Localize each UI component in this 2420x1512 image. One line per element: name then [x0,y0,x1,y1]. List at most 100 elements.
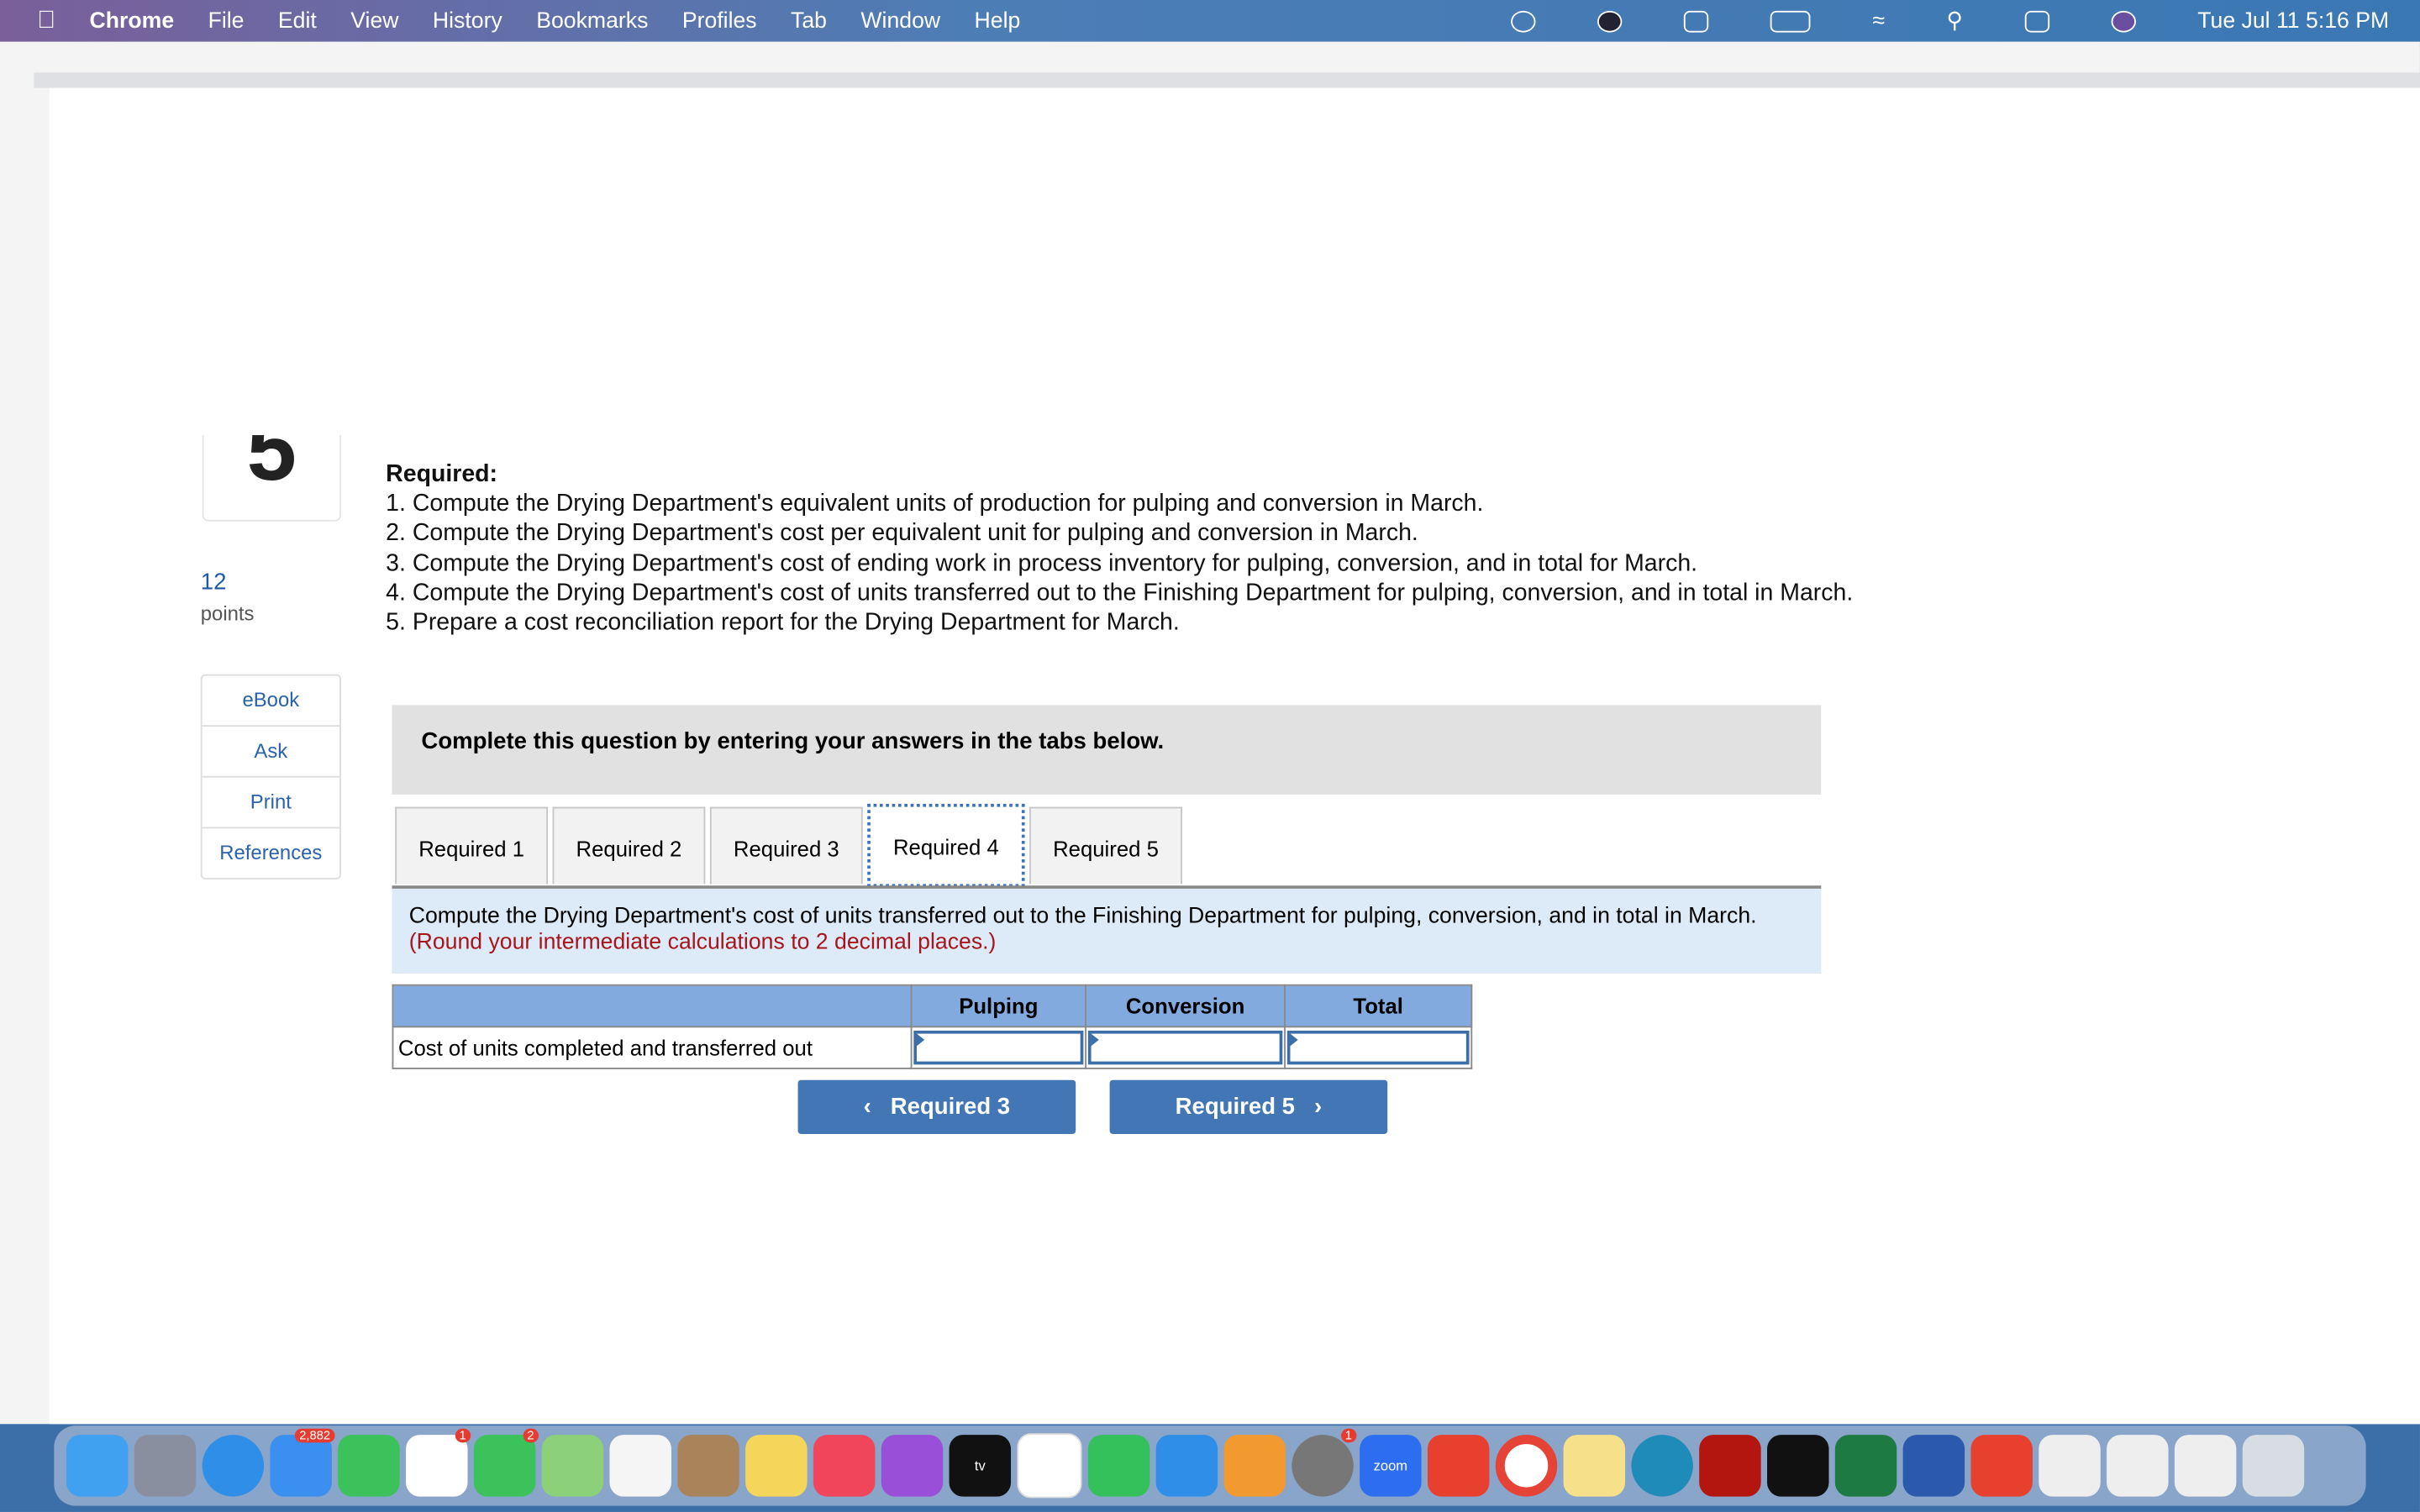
ebook-button[interactable]: eBook [202,675,340,727]
page-content: 5 12 points eBook Ask Print References R… [49,87,2420,1425]
mail-badge: 2,882 [294,1428,335,1443]
answer-table: Pulping Conversion Total Cost of units c… [392,984,1473,1069]
zoom-label: zoom [1373,1457,1408,1474]
references-button[interactable]: References [203,828,339,878]
mail-icon[interactable]: 2,882 [270,1428,335,1497]
required-item: 1. Compute the Drying Department's equiv… [386,491,1484,517]
keynote-icon[interactable] [1155,1435,1218,1497]
control-center-icon[interactable] [2024,9,2049,32]
document-preview-icon[interactable] [2107,1435,2169,1497]
chevron-right-icon: › [1295,1094,1323,1121]
document-preview-icon[interactable] [2174,1435,2237,1497]
messages-badge: 2 [522,1428,539,1443]
menu-bookmarks[interactable]: Bookmarks [536,8,648,33]
tab-required-2[interactable]: Required 2 [552,806,706,885]
display-icon[interactable] [1684,9,1709,32]
header-blank [392,984,913,1028]
document-preview-icon[interactable] [2039,1435,2101,1497]
instruction-banner: Complete this question by entering your … [392,705,1822,795]
menu-bar:  Chrome File Edit View History Bookmark… [0,0,2420,42]
menu-history[interactable]: History [433,8,502,33]
sync-icon[interactable] [1597,9,1623,32]
question-number: 5 [202,434,341,522]
pulping-input[interactable] [913,1030,1084,1065]
anydesk-icon[interactable] [1427,1435,1490,1497]
music-icon[interactable] [813,1435,876,1497]
maps-icon[interactable] [541,1435,604,1497]
required-item: 3. Compute the Drying Department's cost … [386,549,1698,577]
next-button[interactable]: Required 5 › [1109,1079,1388,1134]
menu-window[interactable]: Window [860,8,940,33]
header-total: Total [1284,984,1473,1028]
prev-button[interactable]: ‹ Required 3 [797,1079,1076,1134]
required-list: Required: 1. Compute the Drying Departme… [386,459,1944,638]
rounding-note: (Round your intermediate calculations to… [408,930,997,955]
header-conversion: Conversion [1085,984,1286,1028]
menu-edit[interactable]: Edit [278,8,317,33]
required-heading: Required: [386,461,498,488]
stickies-icon[interactable] [1563,1435,1626,1497]
tab-required-1[interactable]: Required 1 [395,806,549,885]
podcasts-icon[interactable] [881,1435,944,1497]
row-label: Cost of units completed and transferred … [392,1026,913,1069]
tab-required-3[interactable]: Required 3 [709,806,863,885]
table-row: Cost of units completed and transferred … [392,1026,1473,1069]
dock: 2,882 1 2 tv 1 zoom [54,1425,2366,1506]
pages-icon[interactable] [1223,1435,1286,1497]
trash-icon[interactable] [2242,1435,2305,1497]
apple-icon[interactable]:  [37,7,55,34]
next-label: Required 5 [1175,1094,1296,1121]
browser-window: 5 12 points eBook Ask Print References R… [0,41,2420,1425]
finder-icon[interactable] [66,1435,129,1497]
required-item: 5. Prepare a cost reconciliation report … [386,609,1180,636]
messages-icon[interactable]: 2 [473,1428,539,1497]
terminal-icon[interactable] [1767,1435,1829,1497]
tv-icon[interactable]: tv [949,1435,1012,1497]
photos-icon[interactable] [609,1435,671,1497]
creative-cloud-icon[interactable] [1511,9,1537,32]
browser-toolbar [34,72,2420,88]
numbers-icon[interactable] [1087,1435,1150,1497]
safari-icon[interactable] [202,1435,265,1497]
wifi-icon[interactable]: ≈ [1872,8,1885,33]
menu-profiles[interactable]: Profiles [682,8,757,33]
menu-help[interactable]: Help [975,8,1021,33]
siri-icon[interactable] [2111,9,2136,32]
required-item: 4. Compute the Drying Department's cost … [386,580,1854,606]
zoom-icon[interactable]: zoom [1360,1435,1422,1497]
conversion-input[interactable] [1087,1030,1283,1065]
ask-button[interactable]: Ask [202,727,340,778]
clock[interactable]: Tue Jul 11 5:16 PM [2197,8,2389,33]
instruction-text: Compute the Drying Department's cost of … [408,904,1757,929]
notes-icon[interactable] [745,1435,808,1497]
acrobat-icon[interactable] [1699,1435,1761,1497]
webex-icon[interactable] [1631,1435,1693,1497]
chrome-icon[interactable] [1495,1435,1558,1497]
system-settings-icon[interactable]: 1 [1292,1428,1357,1497]
excel-icon[interactable] [1834,1435,1897,1497]
facetime-icon[interactable] [338,1435,400,1497]
chevron-left-icon: ‹ [863,1094,891,1121]
menu-tab[interactable]: Tab [791,8,827,33]
menu-view[interactable]: View [350,8,398,33]
menu-app-name[interactable]: Chrome [90,8,175,33]
launchpad-icon[interactable] [134,1435,197,1497]
tab-required-5[interactable]: Required 5 [1029,806,1182,885]
menu-file[interactable]: File [208,8,245,33]
points-label: points [200,601,255,625]
points-value: 12 [200,569,227,596]
print-button[interactable]: Print [202,778,340,829]
header-pulping: Pulping [910,984,1087,1028]
required-item: 2. Compute the Drying Department's cost … [386,520,1418,547]
reminders-icon[interactable]: 1 [406,1428,471,1497]
anydesk-icon-2[interactable] [1970,1435,2033,1497]
tv-label: tv [974,1457,986,1474]
news-icon[interactable] [1017,1433,1082,1499]
search-icon[interactable]: ⚲ [1947,8,1964,33]
total-input[interactable] [1286,1030,1470,1065]
battery-icon[interactable] [1770,9,1811,32]
contacts-icon[interactable] [677,1435,739,1497]
tab-required-4[interactable]: Required 4 [867,803,1025,888]
word-icon[interactable] [1902,1435,1965,1497]
side-buttons: eBook Ask Print References [200,674,341,879]
